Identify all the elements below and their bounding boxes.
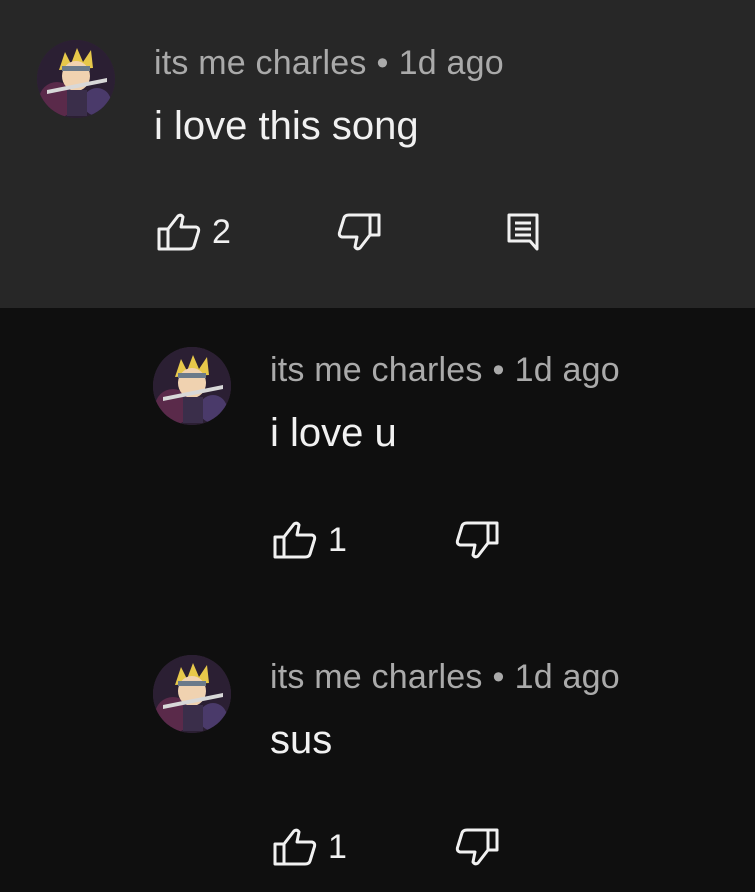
thumbs-down-icon [337, 213, 381, 251]
reply-button[interactable] [506, 212, 540, 252]
author-name[interactable]: its me charles [270, 351, 483, 389]
thumbs-up-icon [157, 213, 201, 251]
comment-meta: its me charles • 1d ago [270, 658, 620, 697]
reply-comment: its me charles • 1d ago i love u 1 [0, 308, 755, 615]
comment-meta: its me charles • 1d ago [270, 351, 620, 390]
timestamp[interactable]: 1d ago [399, 44, 504, 82]
dislike-button[interactable] [336, 212, 382, 252]
timestamp[interactable]: 1d ago [515, 658, 620, 696]
meta-separator: • [376, 44, 389, 82]
dislike-button[interactable] [454, 520, 500, 560]
like-button[interactable]: 1 [272, 520, 347, 560]
timestamp[interactable]: 1d ago [515, 351, 620, 389]
like-count: 2 [212, 212, 231, 251]
comment-thread-parent: its me charles • 1d ago i love this song 2 [0, 0, 755, 308]
like-button[interactable]: 1 [272, 827, 347, 867]
meta-separator: • [492, 351, 505, 389]
comment-meta: its me charles • 1d ago [154, 44, 504, 83]
comment-text: i love u [270, 411, 397, 455]
reply-comment: its me charles • 1d ago sus 1 [0, 615, 755, 892]
comment-text: sus [270, 718, 333, 762]
avatar[interactable] [153, 655, 231, 733]
like-count: 1 [328, 520, 347, 559]
like-button[interactable]: 2 [156, 212, 231, 252]
avatar[interactable] [37, 40, 115, 118]
thumbs-down-icon [455, 521, 499, 559]
author-name[interactable]: its me charles [270, 658, 483, 696]
like-count: 1 [328, 827, 347, 866]
author-name[interactable]: its me charles [154, 44, 367, 82]
avatar[interactable] [153, 347, 231, 425]
thumbs-down-icon [455, 828, 499, 866]
reply-icon [507, 213, 539, 251]
thumbs-up-icon [273, 828, 317, 866]
comment-text: i love this song [154, 104, 419, 148]
meta-separator: • [492, 658, 505, 696]
thumbs-up-icon [273, 521, 317, 559]
dislike-button[interactable] [454, 827, 500, 867]
